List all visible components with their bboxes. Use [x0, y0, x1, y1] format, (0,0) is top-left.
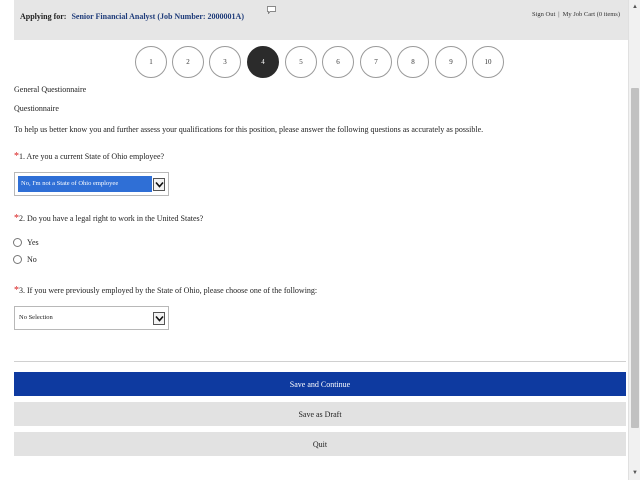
step-2[interactable]: 2: [172, 46, 204, 78]
question-3-text: 3. If you were previously employed by th…: [19, 286, 318, 295]
scroll-up-arrow-icon[interactable]: ▲: [629, 0, 640, 14]
question-1-selected-value: No, I'm not a State of Ohio employee: [21, 180, 119, 187]
divider: [14, 361, 626, 362]
question-3-selected-value: No Selection: [19, 314, 53, 321]
intro-text: To help us better know you and further a…: [14, 125, 484, 134]
step-1[interactable]: 1: [135, 46, 167, 78]
section-title: General Questionnaire: [14, 85, 87, 94]
step-10[interactable]: 10: [472, 46, 504, 78]
applying-label: Applying for:: [20, 12, 67, 21]
step-8[interactable]: 8: [397, 46, 429, 78]
step-7[interactable]: 7: [360, 46, 392, 78]
applying-for: Applying for: Senior Financial Analyst (…: [20, 12, 244, 21]
question-1: *1. Are you a current State of Ohio empl…: [14, 151, 164, 162]
step-4[interactable]: 4: [247, 46, 279, 78]
sign-out-link[interactable]: Sign Out: [532, 11, 555, 18]
question-3-select[interactable]: No Selection: [14, 306, 169, 330]
chevron-down-icon[interactable]: [153, 178, 165, 191]
step-5[interactable]: 5: [285, 46, 317, 78]
step-6[interactable]: 6: [322, 46, 354, 78]
question-1-select[interactable]: No, I'm not a State of Ohio employee: [14, 172, 169, 196]
step-3[interactable]: 3: [209, 46, 241, 78]
radio-yes-label: Yes: [27, 238, 39, 247]
header-links: Sign Out | My Job Cart (0 items): [532, 11, 620, 18]
questionnaire-heading: Questionnaire: [14, 104, 59, 113]
question-1-text: 1. Are you a current State of Ohio emplo…: [19, 152, 165, 161]
job-cart-link[interactable]: My Job Cart (0 items): [563, 11, 620, 18]
question-3: *3. If you were previously employed by t…: [14, 285, 317, 296]
radio-no-label: No: [27, 255, 37, 264]
radio-yes[interactable]: Yes: [13, 238, 39, 247]
comment-icon[interactable]: [267, 6, 276, 14]
vertical-scrollbar[interactable]: ▲ ▼: [628, 0, 640, 480]
scroll-down-arrow-icon[interactable]: ▼: [629, 466, 640, 480]
application-page: Applying for: Senior Financial Analyst (…: [0, 0, 628, 480]
radio-no[interactable]: No: [13, 255, 37, 264]
application-header: Applying for: Senior Financial Analyst (…: [14, 0, 628, 40]
radio-button[interactable]: [13, 255, 22, 264]
scroll-thumb[interactable]: [631, 88, 639, 428]
question-2: *2. Do you have a legal right to work in…: [14, 213, 203, 224]
step-9[interactable]: 9: [435, 46, 467, 78]
link-separator: |: [558, 11, 560, 18]
job-title: Senior Financial Analyst (Job Number: 20…: [71, 12, 244, 21]
question-2-text: 2. Do you have a legal right to work in …: [19, 214, 204, 223]
save-and-continue-button[interactable]: Save and Continue: [14, 372, 626, 396]
save-as-draft-button[interactable]: Save as Draft: [14, 402, 626, 426]
radio-button[interactable]: [13, 238, 22, 247]
chevron-down-icon[interactable]: [153, 312, 165, 325]
quit-button[interactable]: Quit: [14, 432, 626, 456]
